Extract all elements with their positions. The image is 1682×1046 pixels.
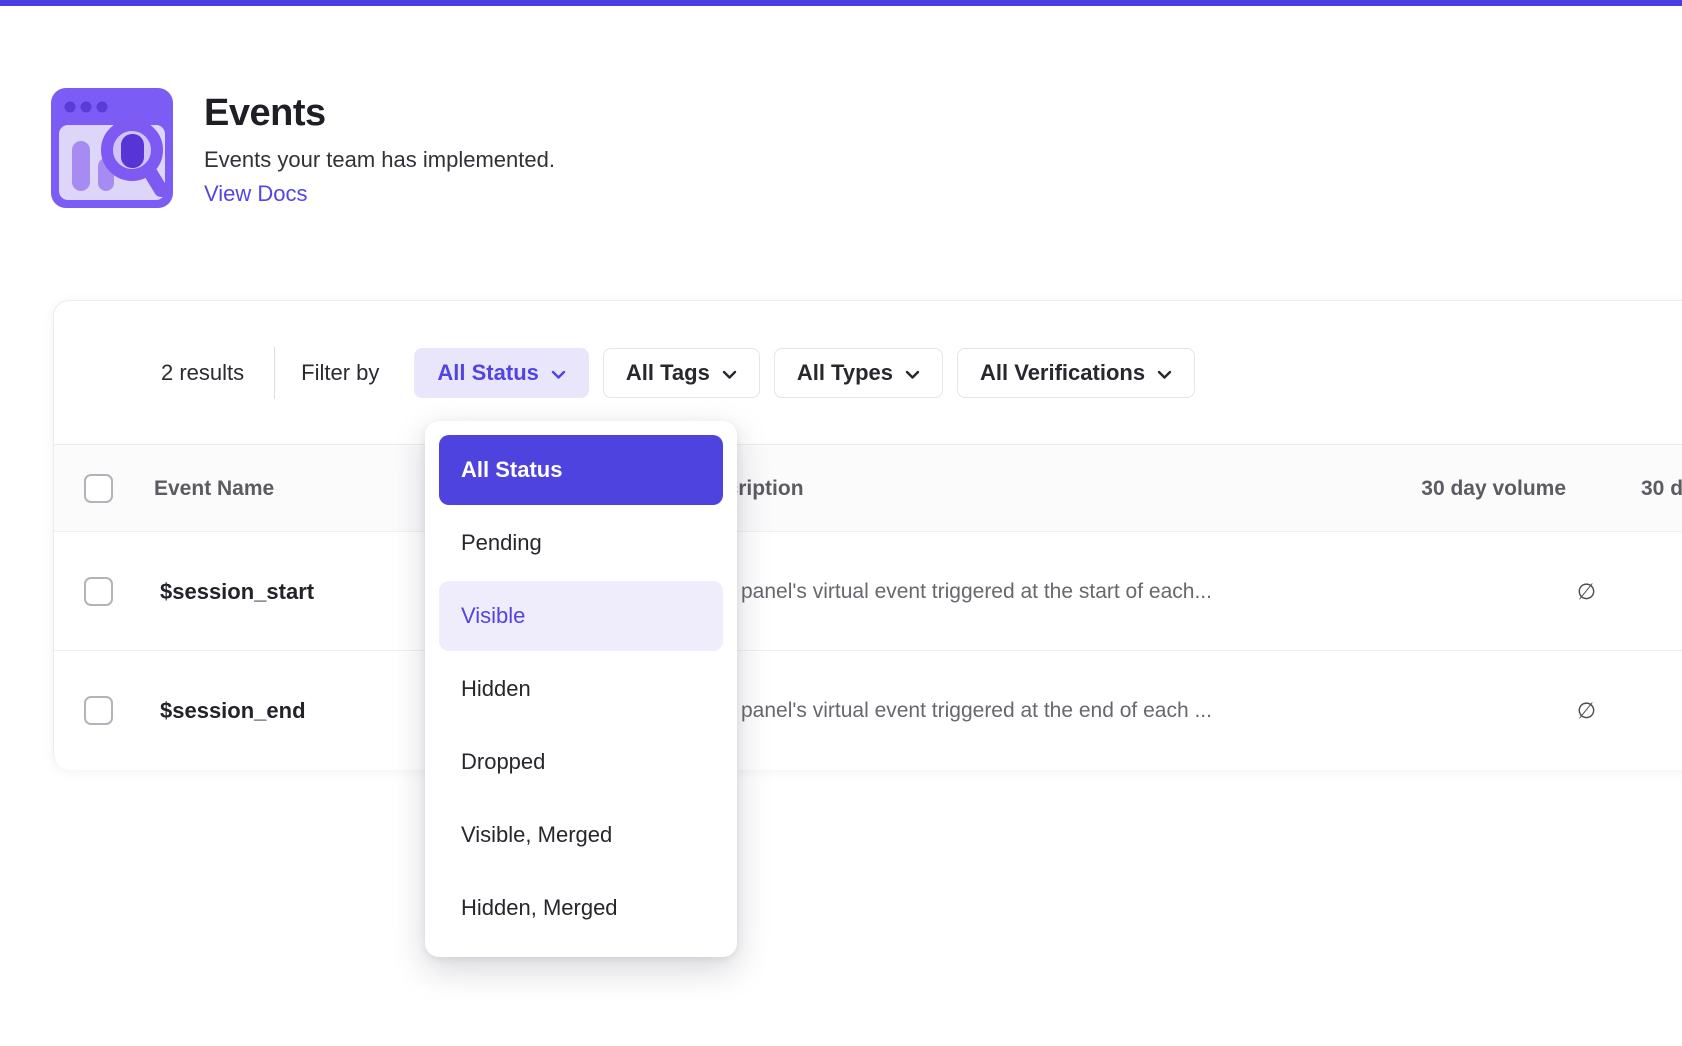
filter-all-types[interactable]: All Types (774, 348, 943, 398)
dropdown-item-hidden[interactable]: Hidden (439, 654, 723, 724)
filter-all-verifications[interactable]: All Verifications (957, 348, 1195, 398)
column-header-truncated[interactable]: 30 d (1641, 445, 1682, 532)
filter-label: All Status (437, 360, 538, 386)
filter-all-status[interactable]: All Status (414, 348, 588, 398)
chevron-down-icon (551, 360, 566, 386)
results-count: 2 results (161, 360, 244, 386)
chevron-down-icon (905, 360, 920, 386)
event-name-cell[interactable]: $session_start (160, 532, 314, 651)
dropdown-item-all-status[interactable]: All Status (439, 435, 723, 505)
divider (274, 347, 275, 399)
status-dropdown-menu: All Status Pending Visible Hidden Droppe… (425, 421, 737, 957)
events-card: 2 results Filter by All Status All Tags (53, 300, 1682, 769)
event-description-cell: panel's virtual event triggered at the s… (741, 532, 1212, 651)
top-accent-bar (0, 0, 1682, 6)
table-row[interactable]: $session_start panel's virtual event tri… (54, 532, 1682, 651)
dropdown-item-dropped[interactable]: Dropped (439, 727, 723, 797)
select-all-checkbox[interactable] (84, 474, 113, 503)
page-subtitle: Events your team has implemented. (204, 147, 555, 173)
dropdown-item-pending[interactable]: Pending (439, 508, 723, 578)
filter-label: All Tags (626, 360, 710, 386)
row-checkbox[interactable] (84, 577, 113, 606)
dropdown-item-visible[interactable]: Visible (439, 581, 723, 651)
dropdown-item-visible-merged[interactable]: Visible, Merged (439, 800, 723, 870)
filter-chips: All Status All Tags All Types (414, 348, 1195, 398)
events-page: Events Events your team has implemented.… (0, 0, 1682, 1046)
table-row[interactable]: $session_end panel's virtual event trigg… (54, 651, 1682, 770)
events-icon (51, 88, 173, 208)
event-volume-cell: ∅ (1454, 651, 1596, 770)
filter-label: All Verifications (980, 360, 1145, 386)
filter-all-tags[interactable]: All Tags (603, 348, 760, 398)
filter-by-label: Filter by (301, 360, 379, 386)
table-header-row: Event Name Description 30 day volume 30 … (54, 445, 1682, 532)
chevron-down-icon (722, 360, 737, 386)
view-docs-link[interactable]: View Docs (204, 181, 308, 207)
event-volume-cell: ∅ (1454, 532, 1596, 651)
page-title: Events (204, 92, 326, 135)
dropdown-item-hidden-merged[interactable]: Hidden, Merged (439, 873, 723, 943)
filter-label: All Types (797, 360, 893, 386)
filter-bar: 2 results Filter by All Status All Tags (54, 301, 1682, 445)
chevron-down-icon (1157, 360, 1172, 386)
event-name-cell[interactable]: $session_end (160, 651, 306, 770)
row-checkbox[interactable] (84, 696, 113, 725)
column-header-event-name[interactable]: Event Name (154, 445, 274, 532)
column-header-30-day-volume[interactable]: 30 day volume (1366, 445, 1566, 532)
event-description-cell: panel's virtual event triggered at the e… (741, 651, 1212, 770)
